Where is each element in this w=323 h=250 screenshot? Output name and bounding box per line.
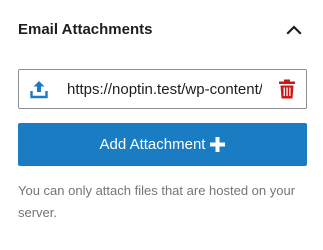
chevron-up-icon[interactable] (284, 20, 304, 40)
help-text: You can only attach files that are hoste… (18, 183, 296, 220)
email-attachments-panel: Email Attachments Add Attachment You can… (0, 0, 323, 250)
panel-title: Email Attachments (18, 21, 153, 38)
attachment-url-input[interactable] (67, 76, 262, 102)
upload-icon[interactable] (29, 79, 49, 99)
panel-header[interactable]: Email Attachments (18, 18, 308, 46)
attachment-row (18, 69, 307, 109)
trash-icon[interactable] (278, 79, 296, 99)
add-attachment-label: Add Attachment (99, 136, 206, 153)
add-attachment-button[interactable]: Add Attachment (18, 123, 307, 166)
plus-icon (210, 137, 226, 152)
